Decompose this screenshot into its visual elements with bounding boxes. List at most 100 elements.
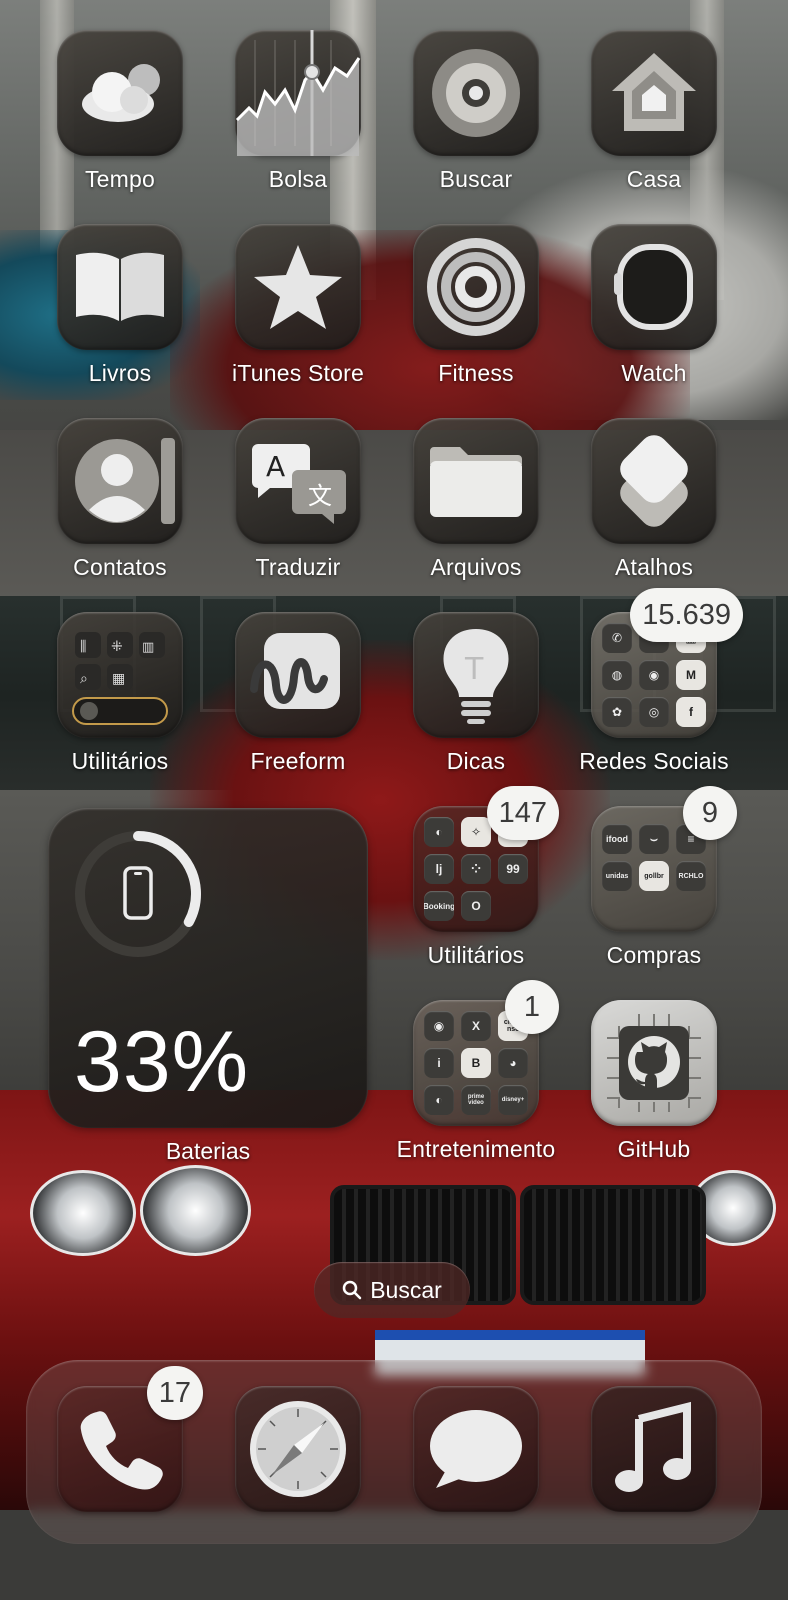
app-label: Tempo bbox=[84, 166, 156, 192]
dock-safari[interactable] bbox=[208, 1386, 388, 1512]
app-label: Bolsa bbox=[268, 166, 328, 192]
svg-text:T: T bbox=[464, 652, 484, 687]
app-mini-icon: O bbox=[461, 891, 491, 921]
app-freeform[interactable]: Freeform bbox=[208, 612, 388, 775]
translate-icon: A 文 bbox=[235, 418, 361, 544]
notification-badge: 9 bbox=[683, 786, 737, 840]
battery-widget[interactable]: 33% bbox=[48, 808, 368, 1128]
gmail-icon: M bbox=[676, 660, 706, 690]
app-label: Entretenimento bbox=[396, 1136, 556, 1162]
folder-icon bbox=[413, 418, 539, 544]
app-label: Atalhos bbox=[614, 554, 694, 580]
magnifier-icon bbox=[342, 1280, 362, 1300]
unidas-icon: unidas bbox=[602, 861, 632, 891]
app-bolsa[interactable]: Bolsa bbox=[208, 30, 388, 193]
app-label: Utilitários bbox=[71, 748, 169, 774]
app-label: Compras bbox=[606, 942, 702, 968]
find-my-icon bbox=[413, 30, 539, 156]
compass-icon bbox=[235, 1386, 361, 1512]
folder-grid-icon: ✆ ♪ ▦ ◍ ◉ M ✿ ◎ f 15.639 bbox=[591, 588, 743, 738]
app-label: Watch bbox=[621, 360, 687, 386]
phone-icon: 17 bbox=[57, 1366, 203, 1512]
cloud-icon bbox=[57, 30, 183, 156]
folder-compras[interactable]: ifood ⌣ ≡ unidas gollbr RCHLO 9 Compras bbox=[564, 786, 744, 969]
github-octocat-icon bbox=[591, 1000, 717, 1126]
svg-text:文: 文 bbox=[308, 482, 332, 510]
activity-rings-icon bbox=[413, 224, 539, 350]
svg-text:⁜: ⁜ bbox=[111, 639, 123, 655]
home-search-button[interactable]: Buscar bbox=[314, 1262, 470, 1318]
amazon-icon: ⌣ bbox=[639, 824, 669, 854]
folder-grid-icon: ⫼ ⁜ ▥ ⌕ ▦ bbox=[57, 612, 183, 738]
dock-music[interactable] bbox=[564, 1386, 744, 1512]
search-label: Buscar bbox=[370, 1276, 442, 1303]
crunchyroll-icon: ◐ bbox=[424, 1085, 454, 1115]
star-icon bbox=[235, 224, 361, 350]
widget-label: Baterias bbox=[165, 1138, 251, 1164]
folder-grid-icon: ◐ ✧ ▤ lj ⁘ 99 Booking O 147 bbox=[413, 786, 559, 932]
threads-icon: ◉ bbox=[639, 660, 669, 690]
discord-icon: ◕ bbox=[498, 1048, 528, 1078]
app-mini-icon: ◐ bbox=[424, 817, 454, 847]
app-label: Traduzir bbox=[255, 554, 341, 580]
app-label: Casa bbox=[626, 166, 682, 192]
booking-icon: Booking bbox=[424, 891, 454, 921]
app-arquivos[interactable]: Arquivos bbox=[386, 418, 566, 581]
gollbr-icon: gollbr bbox=[639, 861, 669, 891]
svg-text:⌕: ⌕ bbox=[80, 671, 88, 687]
app-fitness[interactable]: Fitness bbox=[386, 224, 566, 387]
app-label: GitHub bbox=[617, 1136, 691, 1162]
app-github[interactable]: GitHub bbox=[564, 1000, 744, 1163]
dock-phone[interactable]: 17 bbox=[30, 1366, 210, 1512]
prime-video-icon: prime video bbox=[461, 1085, 491, 1115]
folder-entretenimento[interactable]: ◉ X clube nsc i B ◕ ◐ prime video disney… bbox=[386, 980, 566, 1163]
app-watch[interactable]: Watch bbox=[564, 224, 744, 387]
facebook-icon: f bbox=[676, 697, 706, 727]
ifood-icon: ifood bbox=[602, 824, 632, 854]
contact-person-icon bbox=[57, 418, 183, 544]
battery-percent: 33% bbox=[74, 1014, 250, 1110]
app-traduzir[interactable]: A 文 Traduzir bbox=[208, 418, 388, 581]
app-label: Redes Sociais bbox=[579, 748, 729, 774]
folder-utilitarios[interactable]: ⫼ ⁜ ▥ ⌕ ▦ Utilitários bbox=[30, 612, 210, 775]
folder-redes-sociais[interactable]: ✆ ♪ ▦ ◍ ◉ M ✿ ◎ f 15.639 Redes Sociais bbox=[564, 588, 744, 775]
iphone-icon bbox=[123, 866, 153, 920]
lightbulb-icon: T bbox=[413, 612, 539, 738]
svg-text:⫼: ⫼ bbox=[80, 639, 86, 655]
app-mini-icon: 99 bbox=[498, 854, 528, 884]
app-livros[interactable]: Livros bbox=[30, 224, 210, 387]
folder-utilitarios-2[interactable]: ◐ ✧ ▤ lj ⁘ 99 Booking O 147 Utilitários bbox=[386, 786, 566, 969]
app-contatos[interactable]: Contatos bbox=[30, 418, 210, 581]
shortcuts-layers-icon bbox=[591, 418, 717, 544]
stocks-chart-icon bbox=[235, 30, 361, 156]
speech-bubble-icon bbox=[413, 1386, 539, 1512]
app-mini-icon: i bbox=[424, 1048, 454, 1078]
app-dicas[interactable]: T Dicas bbox=[386, 612, 566, 775]
dock-messages[interactable] bbox=[386, 1386, 566, 1512]
app-buscar[interactable]: Buscar bbox=[386, 30, 566, 193]
notification-badge: 1 bbox=[505, 980, 559, 1034]
svg-text:▥: ▥ bbox=[142, 640, 154, 655]
battery-ring bbox=[75, 831, 201, 957]
app-label: iTunes Store bbox=[232, 360, 364, 386]
app-mini-icon: ✿ bbox=[602, 697, 632, 727]
app-casa[interactable]: Casa bbox=[564, 30, 744, 193]
instagram-icon: ◎ bbox=[639, 697, 669, 727]
app-atalhos[interactable]: Atalhos bbox=[564, 418, 744, 581]
dock: 17 bbox=[26, 1360, 762, 1544]
notification-badge: 15.639 bbox=[630, 588, 743, 642]
app-label: Freeform bbox=[250, 748, 346, 774]
freeform-scribble-icon bbox=[235, 612, 361, 738]
svg-text:A: A bbox=[266, 450, 285, 483]
app-label: Arquivos bbox=[430, 554, 522, 580]
home-icon bbox=[591, 30, 717, 156]
app-label: Livros bbox=[88, 360, 152, 386]
app-mini-icon: ✧ bbox=[461, 817, 491, 847]
app-mini-icon: lj bbox=[424, 854, 454, 884]
app-itunes-store[interactable]: iTunes Store bbox=[208, 224, 388, 387]
app-tempo[interactable]: Tempo bbox=[30, 30, 210, 193]
riachuelo-icon: RCHLO bbox=[676, 861, 706, 891]
app-mini-icon: B bbox=[461, 1048, 491, 1078]
app-label: Buscar bbox=[439, 166, 513, 192]
watch-icon bbox=[591, 224, 717, 350]
